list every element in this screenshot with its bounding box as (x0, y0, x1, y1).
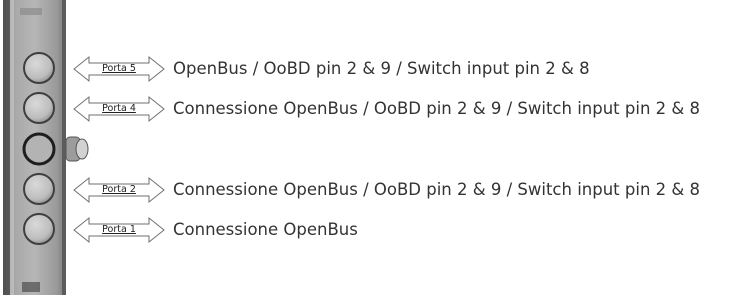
port-description: Connessione OpenBus / OoBD pin 2 & 9 / S… (173, 99, 701, 118)
port-row-4: Porta 4 Connessione OpenBus / OoBD pin 2… (0, 94, 745, 124)
port-row-5: Porta 5 OpenBus / OoBD pin 2 & 9 / Switc… (0, 54, 745, 84)
port-label: Porta 5 (102, 63, 136, 74)
port-description: Connessione OpenBus (173, 220, 358, 239)
port-row-2: Porta 2 Connessione OpenBus / OoBD pin 2… (0, 175, 745, 205)
device-panel (3, 0, 89, 295)
port-description: OpenBus / OoBD pin 2 & 9 / Switch input … (173, 59, 590, 78)
port-label: Porta 4 (102, 103, 136, 114)
port-label: Porta 2 (102, 184, 136, 195)
port-label: Porta 1 (102, 224, 136, 235)
port-description: Connessione OpenBus / OoBD pin 2 & 9 / S… (173, 180, 701, 199)
port-row-1: Porta 1 Connessione OpenBus (0, 215, 745, 245)
